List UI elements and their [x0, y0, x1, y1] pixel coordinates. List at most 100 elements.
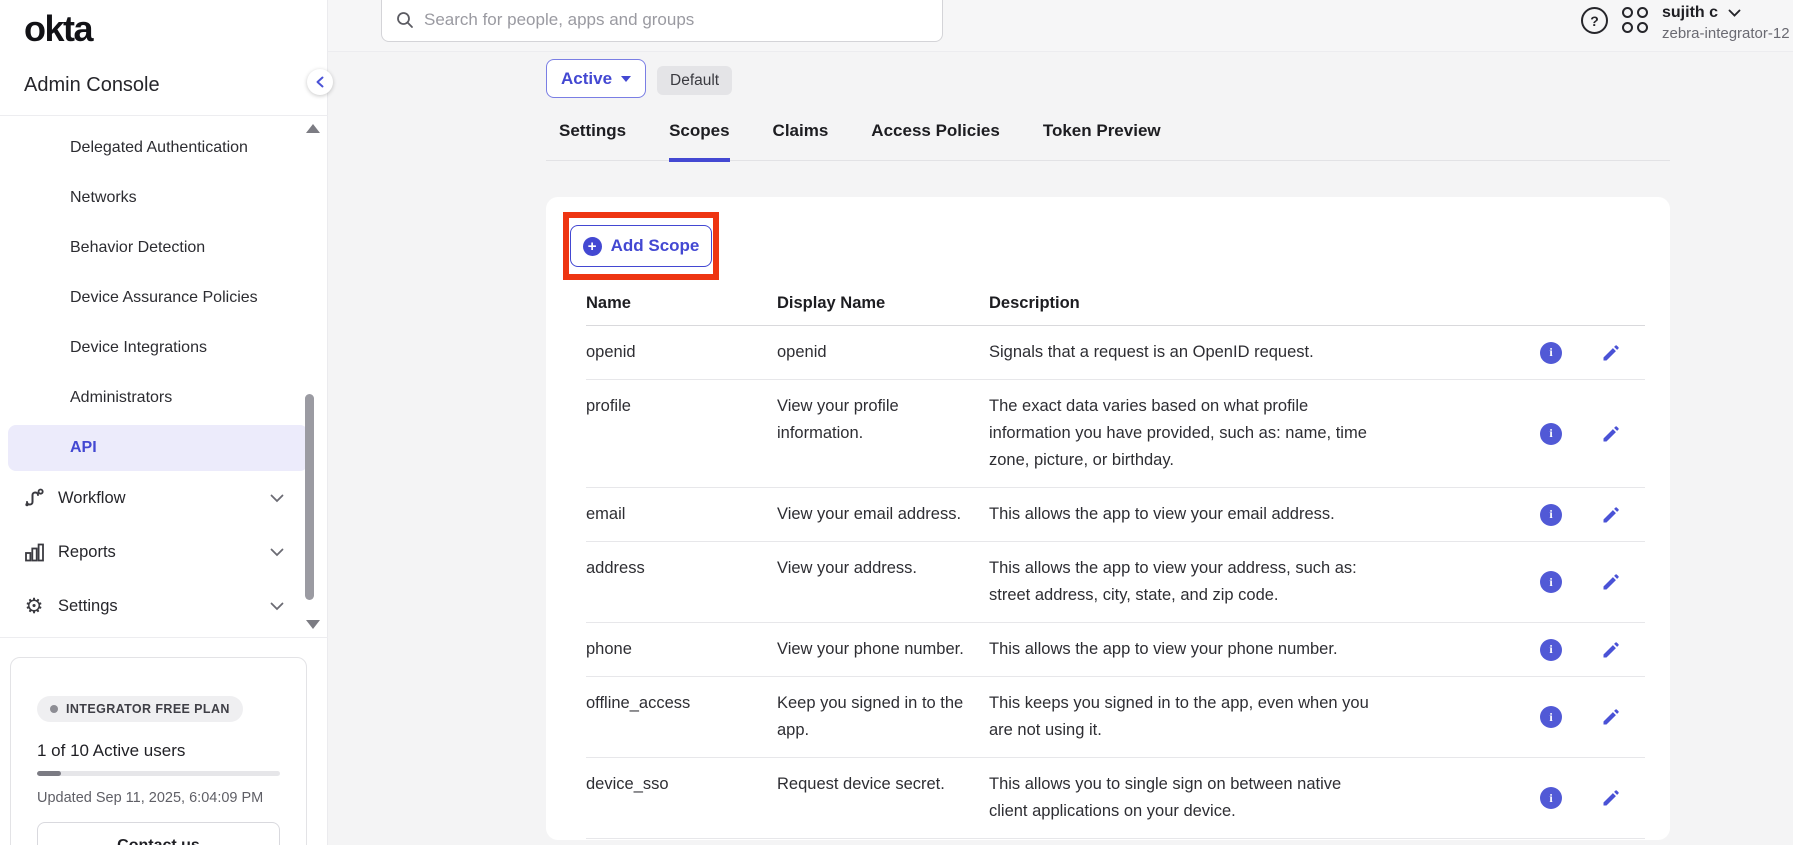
scope-name: address: [586, 555, 777, 609]
scope-display-name: View your email address.: [777, 501, 989, 528]
edit-pencil-icon[interactable]: [1601, 640, 1621, 660]
add-scope-button[interactable]: + Add Scope: [570, 225, 712, 267]
scope-name: profile: [586, 393, 777, 474]
chevron-down-icon: [270, 543, 284, 562]
sidebar-sub-item[interactable]: Device Integrations: [8, 323, 308, 373]
scope-display-name: openid: [777, 339, 989, 366]
info-icon[interactable]: i: [1540, 423, 1562, 445]
search-input[interactable]: [424, 10, 928, 30]
table-row: device_sso Request device secret. This a…: [586, 758, 1645, 839]
sidebar-sub-item-label: Delegated Authentication: [70, 139, 248, 157]
scope-display-name: View your profile information.: [777, 393, 989, 474]
sidebar-sub-item[interactable]: Delegated Authentication: [8, 123, 308, 173]
usage-progress-fill: [37, 771, 61, 776]
sidebar-sub-item-label: Networks: [70, 189, 137, 207]
sidebar-sub-item-label: API: [70, 439, 97, 457]
plan-status-dot: [50, 705, 58, 713]
plan-updated-timestamp: Updated Sep 11, 2025, 6:04:09 PM: [37, 790, 280, 806]
tab-label: Token Preview: [1043, 121, 1161, 140]
info-icon[interactable]: i: [1540, 571, 1562, 593]
column-header-description: Description: [989, 294, 1403, 313]
row-actions: i: [1540, 339, 1645, 366]
sidebar-scrollbar-thumb[interactable]: [305, 394, 314, 600]
sidebar-sub-item[interactable]: Networks: [8, 173, 308, 223]
info-icon[interactable]: i: [1540, 787, 1562, 809]
scope-description: This allows the app to view your address…: [989, 555, 1403, 609]
default-badge: Default: [657, 66, 732, 95]
scope-display-name: Request device secret.: [777, 771, 989, 825]
sidebar-item-settings[interactable]: ⚙ Settings: [0, 579, 328, 633]
help-icon[interactable]: ?: [1581, 7, 1608, 34]
scope-display-name: View your phone number.: [777, 636, 989, 663]
global-search[interactable]: [381, 0, 943, 42]
scope-description: This keeps you signed in to the app, eve…: [989, 690, 1403, 744]
chevron-down-icon: [270, 489, 284, 508]
info-icon[interactable]: i: [1540, 639, 1562, 661]
console-title: Admin Console: [24, 74, 160, 97]
sidebar-item-workflow[interactable]: Workflow: [0, 471, 328, 525]
scope-name: phone: [586, 636, 777, 663]
scope-name: device_sso: [586, 771, 777, 825]
sidebar-sub-item[interactable]: Behavior Detection: [8, 223, 308, 273]
sidebar-item-label: Reports: [58, 543, 116, 562]
sidebar-divider: [0, 115, 328, 116]
info-icon[interactable]: i: [1540, 342, 1562, 364]
plus-icon: +: [583, 237, 602, 256]
scroll-down-arrow[interactable]: [306, 620, 320, 629]
sidebar-sub-item-label: Behavior Detection: [70, 239, 205, 257]
edit-pencil-icon[interactable]: [1601, 424, 1621, 444]
tab[interactable]: Token Preview: [1043, 121, 1161, 162]
chevron-down-icon: [270, 597, 284, 616]
table-row: email View your email address. This allo…: [586, 488, 1645, 542]
tab[interactable]: Settings: [559, 121, 626, 162]
sidebar-item-reports[interactable]: Reports: [0, 525, 328, 579]
edit-pencil-icon[interactable]: [1601, 788, 1621, 808]
scope-display-name: Keep you signed in to the app.: [777, 690, 989, 744]
user-menu[interactable]: sujith c zebra-integrator-12: [1662, 4, 1793, 42]
plan-badge-label: INTEGRATOR FREE PLAN: [66, 702, 230, 716]
okta-logo: okta: [24, 8, 92, 50]
info-icon[interactable]: i: [1540, 706, 1562, 728]
sidebar-sub-item[interactable]: Administrators: [8, 373, 308, 423]
sidebar-collapse-button[interactable]: [307, 69, 333, 95]
gear-icon: ⚙: [22, 594, 46, 618]
status-dropdown[interactable]: Active: [546, 59, 646, 98]
scope-name: openid: [586, 339, 777, 366]
sidebar-sub-item-label: Administrators: [70, 389, 172, 407]
table-row: phone View your phone number. This allow…: [586, 623, 1645, 677]
reports-icon: [22, 540, 46, 564]
user-name: sujith c: [1662, 4, 1718, 22]
tab-label: Settings: [559, 121, 626, 140]
scope-description: This allows you to single sign on betwee…: [989, 771, 1403, 825]
tab[interactable]: Scopes: [669, 121, 729, 162]
tab[interactable]: Claims: [773, 121, 829, 162]
org-name: zebra-integrator-12: [1662, 25, 1793, 42]
sidebar-sub-item-label: Device Integrations: [70, 339, 207, 357]
plan-badge: INTEGRATOR FREE PLAN: [37, 696, 243, 722]
sidebar-sub-item[interactable]: API: [8, 425, 308, 471]
active-users-count: 1 of 10 Active users: [37, 741, 280, 761]
table-header: Name Display Name Description: [586, 284, 1645, 326]
info-icon[interactable]: i: [1540, 504, 1562, 526]
row-actions: i: [1540, 636, 1645, 663]
row-actions: i: [1540, 771, 1645, 825]
add-scope-label: Add Scope: [611, 236, 700, 256]
column-header-name: Name: [586, 294, 777, 313]
scope-display-name: View your address.: [777, 555, 989, 609]
scope-name: offline_access: [586, 690, 777, 744]
edit-pencil-icon[interactable]: [1601, 572, 1621, 592]
scroll-up-arrow[interactable]: [306, 124, 320, 133]
sidebar-sub-item[interactable]: Device Assurance Policies: [8, 273, 308, 323]
table-body: openid openid Signals that a request is …: [586, 326, 1645, 839]
edit-pencil-icon[interactable]: [1601, 707, 1621, 727]
edit-pencil-icon[interactable]: [1601, 343, 1621, 363]
sidebar-item-label: Workflow: [58, 489, 126, 508]
sidebar-sub-item-label: Device Assurance Policies: [70, 289, 258, 307]
edit-pencil-icon[interactable]: [1601, 505, 1621, 525]
apps-grid-icon[interactable]: [1622, 7, 1650, 35]
row-actions: i: [1540, 690, 1645, 744]
contact-us-button[interactable]: Contact us: [37, 822, 280, 845]
tab[interactable]: Access Policies: [871, 121, 1000, 162]
scopes-table: Name Display Name Description openid ope…: [586, 284, 1645, 839]
main-content: Active Default Settings Scopes Claims Ac…: [328, 52, 1793, 845]
